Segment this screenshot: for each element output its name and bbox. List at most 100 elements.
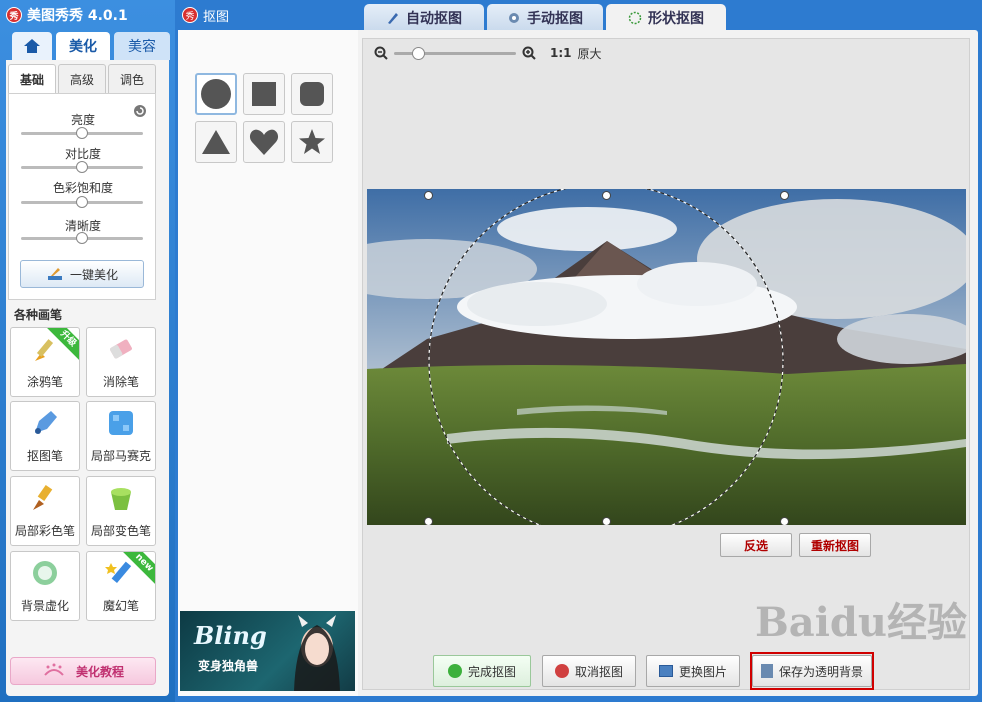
tab-beauty-face[interactable]: 美容 — [114, 32, 170, 60]
heart-shape-icon — [249, 129, 279, 155]
zoom-original-label: 原大 — [577, 46, 602, 61]
finish-cutout-button[interactable]: 完成抠图 — [433, 655, 531, 687]
shape-rounded-square[interactable] — [291, 73, 333, 115]
subtab-color[interactable]: 调色 — [108, 64, 156, 94]
resize-handle[interactable] — [602, 191, 611, 200]
check-icon — [447, 664, 462, 678]
zoom-slider[interactable] — [394, 46, 516, 60]
photo-canvas[interactable] — [367, 189, 966, 525]
tool-label: 局部彩色笔 — [14, 524, 75, 538]
replace-image-button[interactable]: 更换图片 — [646, 655, 740, 687]
tab-label: 自动抠图 — [406, 11, 462, 27]
slider-knob[interactable] — [76, 196, 88, 208]
mountain-photo — [367, 189, 966, 525]
tab-auto-cutout[interactable]: 自动抠图 — [364, 4, 484, 32]
zoom-bar: 1:1 原大 — [374, 44, 602, 62]
tab-beautify[interactable]: 美化 — [56, 32, 110, 60]
home-icon — [24, 39, 40, 53]
cutout-window-title: 秀 抠图 — [182, 4, 229, 26]
slider-knob[interactable] — [76, 127, 88, 139]
sharpness-slider[interactable] — [21, 232, 143, 244]
zoom-ratio[interactable]: 1:1 — [550, 46, 572, 60]
app-logo-icon: 秀 — [6, 7, 22, 23]
resize-handle[interactable] — [780, 517, 789, 525]
brush-section-title: 各种画笔 — [14, 308, 63, 322]
contrast-label: 对比度 — [64, 147, 101, 161]
recut-button[interactable]: 重新抠图 — [799, 533, 871, 557]
brush-icon — [388, 13, 398, 24]
triangle-shape-icon — [202, 130, 230, 154]
tool-local-color-pen[interactable]: 局部彩色笔 — [10, 476, 80, 546]
magic-brush-icon — [47, 268, 62, 280]
tool-label: 消除笔 — [102, 375, 139, 389]
square-shape-icon — [252, 82, 276, 106]
app-title: 美图秀秀 4.0.1 — [27, 8, 128, 24]
shape-star[interactable] — [291, 121, 333, 163]
cutout-title: 抠图 — [203, 9, 230, 25]
shape-triangle[interactable] — [195, 121, 237, 163]
resize-handle[interactable] — [424, 191, 433, 200]
one-key-beautify-button[interactable]: 一键美化 — [20, 260, 144, 288]
tool-doodle-pen[interactable]: 升级 涂鸦笔 — [10, 327, 80, 397]
tool-eraser-pen[interactable]: 消除笔 — [86, 327, 156, 397]
finish-cutout-label: 完成抠图 — [467, 664, 516, 679]
eraser-icon — [110, 339, 132, 359]
saturation-label: 色彩饱和度 — [52, 181, 113, 195]
slider-knob[interactable] — [76, 232, 88, 244]
star-shape-icon — [299, 129, 325, 154]
tool-local-recolor-pen[interactable]: 局部变色笔 — [86, 476, 156, 546]
resize-handle[interactable] — [424, 517, 433, 525]
app-logo-icon: 秀 — [182, 7, 198, 23]
zoom-knob[interactable] — [412, 46, 426, 60]
one-key-beautify-label: 一键美化 — [69, 267, 118, 282]
tab-shape-cutout[interactable]: 形状抠图 — [606, 4, 726, 32]
gear-icon — [509, 13, 519, 23]
tool-label: 魔幻笔 — [102, 599, 139, 613]
tool-label: 抠图笔 — [26, 449, 63, 463]
recolor-bucket-icon — [111, 488, 131, 510]
shape-circle[interactable] — [195, 73, 237, 115]
sub-tabs: 基础 高级 调色 — [8, 64, 158, 94]
replace-image-label: 更换图片 — [678, 664, 727, 679]
home-button[interactable] — [12, 32, 52, 60]
foot-icon — [44, 663, 64, 676]
shape-heart[interactable] — [243, 121, 285, 163]
brightness-label: 亮度 — [70, 113, 95, 127]
tutorial-label: 美化教程 — [75, 664, 124, 679]
color-brush-icon — [33, 484, 53, 510]
ad-portrait-image — [294, 615, 340, 691]
rounded-square-shape-icon — [300, 82, 324, 106]
tab-manual-cutout[interactable]: 手动抠图 — [487, 4, 603, 32]
subtab-advanced[interactable]: 高级 — [58, 64, 106, 94]
ad-caption: 变身独角兽 — [198, 659, 259, 673]
contrast-slider[interactable] — [21, 161, 143, 173]
tool-label: 局部马赛克 — [90, 449, 151, 463]
resize-handle[interactable] — [780, 191, 789, 200]
slider-knob[interactable] — [76, 161, 88, 173]
tool-local-mosaic[interactable]: 局部马赛克 — [86, 401, 156, 471]
resize-handle[interactable] — [602, 517, 611, 525]
tool-background-blur[interactable]: 背景虚化 — [10, 551, 80, 621]
mosaic-icon — [109, 411, 133, 435]
ad-banner[interactable]: Bling 变身独角兽 — [180, 611, 355, 691]
tool-label: 背景虚化 — [20, 599, 69, 613]
shape-square[interactable] — [243, 73, 285, 115]
brightness-slider[interactable] — [21, 127, 143, 139]
ad-brand: Bling — [194, 621, 267, 650]
saturation-slider[interactable] — [21, 196, 143, 208]
tab-label: 手动抠图 — [527, 11, 583, 27]
cutout-pen-icon — [35, 411, 57, 434]
subtab-basic[interactable]: 基础 — [8, 64, 56, 94]
tool-magic-pen[interactable]: new 魔幻笔 — [86, 551, 156, 621]
invert-selection-button[interactable]: 反选 — [720, 533, 792, 557]
zoom-in-icon[interactable] — [522, 46, 536, 60]
watermark: Baidu经验 — [755, 599, 967, 646]
tool-cutout-pen[interactable]: 抠图笔 — [10, 401, 80, 471]
cancel-cutout-button[interactable]: 取消抠图 — [542, 655, 636, 687]
tool-label: 局部变色笔 — [90, 524, 151, 538]
left-window-title: 秀 美图秀秀 4.0.1 — [6, 4, 128, 26]
zoom-out-icon[interactable] — [374, 46, 388, 60]
tab-label: 形状抠图 — [648, 11, 704, 27]
blur-icon — [33, 561, 57, 585]
tutorial-button[interactable]: 美化教程 — [10, 657, 156, 685]
